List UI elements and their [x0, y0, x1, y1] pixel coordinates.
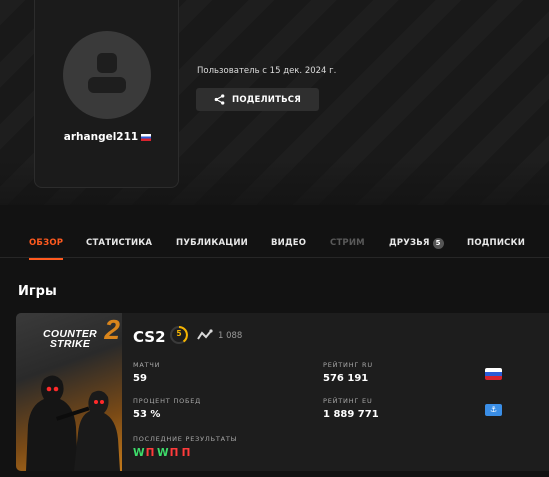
member-since-text: Пользователь с 15 дек. 2024 г. [197, 66, 337, 76]
matches-value: 59 [133, 373, 147, 384]
level-value: 5 [176, 328, 182, 338]
share-button[interactable]: ПОДЕЛИТЬСЯ [196, 88, 319, 111]
rating-eu-label: РЕЙТИНГ EU [323, 397, 373, 405]
games-section-title: Игры [18, 284, 57, 299]
profile-card: arhangel211 [34, 0, 179, 188]
default-user-icon [88, 53, 126, 93]
tab-subscriptions[interactable]: ПОДПИСКИ [467, 238, 525, 248]
share-icon [214, 94, 225, 105]
profile-tabs: ОБЗОР СТАТИСТИКА ПУБЛИКАЦИИ ВИДЕО СТРИМ … [0, 228, 549, 260]
username: arhangel211 [35, 131, 180, 143]
game-name: CS2 [133, 328, 166, 346]
result-item: П [169, 447, 179, 459]
rating-ru-label: РЕЙТИНГ RU [323, 361, 373, 369]
elo-trend-icon [197, 329, 213, 340]
game-cover-logo: COUNTER STRIKE 2 [22, 316, 120, 350]
tab-statistics[interactable]: СТАТИСТИКА [86, 238, 152, 248]
rating-ru-value: 576 191 [323, 373, 369, 384]
soldiers-illustration [26, 375, 120, 471]
matches-label: МАТЧИ [133, 361, 161, 369]
russia-flag-icon [141, 133, 152, 141]
game-cover: COUNTER STRIKE 2 [16, 313, 122, 471]
friends-count-badge: 5 [432, 238, 444, 249]
result-item: W [133, 447, 145, 459]
tab-friends[interactable]: ДРУЗЬЯ 5 [389, 238, 444, 249]
game-card-cs2[interactable]: COUNTER STRIKE 2 CS2 5 1 088 МАТЧИ 59 ПР… [16, 313, 549, 471]
result-item: W [157, 447, 169, 459]
region-eu-icon: ⚓ [485, 404, 502, 416]
winrate-value: 53 % [133, 409, 161, 420]
cover-number: 2 [104, 314, 120, 345]
recent-results: W П W П П [133, 447, 191, 459]
username-text: arhangel211 [63, 131, 139, 143]
region-ru-flag-icon [485, 368, 502, 380]
tab-stream[interactable]: СТРИМ [330, 238, 365, 248]
share-button-label: ПОДЕЛИТЬСЯ [232, 94, 301, 105]
recent-results-label: ПОСЛЕДНИЕ РЕЗУЛЬТАТЫ [133, 435, 238, 443]
elo-value: 1 088 [218, 331, 243, 341]
rating-eu-value: 1 889 771 [323, 409, 379, 420]
result-item: П [181, 447, 191, 459]
tab-friends-label: ДРУЗЬЯ [389, 238, 430, 248]
tab-publications[interactable]: ПУБЛИКАЦИИ [176, 238, 248, 248]
tab-video[interactable]: ВИДЕО [271, 238, 306, 248]
avatar[interactable] [63, 31, 151, 119]
result-item: П [145, 447, 155, 459]
winrate-label: ПРОЦЕНТ ПОБЕД [133, 397, 202, 405]
tab-overview[interactable]: ОБЗОР [29, 238, 64, 260]
